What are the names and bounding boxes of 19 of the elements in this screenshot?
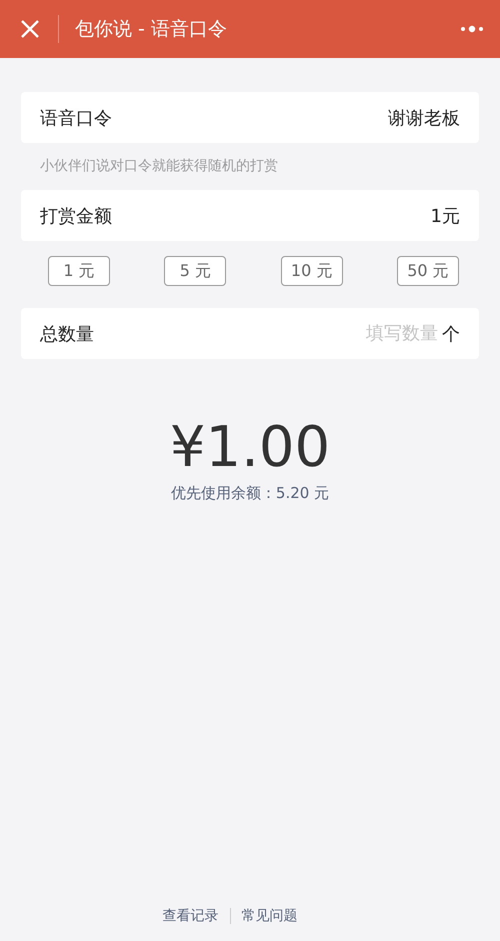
amount-option[interactable]: 1 元 [48,256,110,286]
unit-label: 个 [442,322,460,346]
footer-link[interactable]: 常见问题 [242,907,298,925]
field-label: 语音口令 [40,106,112,130]
hint-text: 小伙伴们说对口令就能获得随机的打赏 [39,157,279,176]
close-button[interactable] [20,19,40,39]
amount-option[interactable]: 10 元 [280,256,343,286]
window-title: 包你说 - 语音口令 [75,17,228,42]
balance-text: 优先使用余额：5.20 元 [170,484,330,503]
amount-option[interactable]: 50 元 [396,256,459,286]
field-label: 打赏金额 [40,204,112,228]
total-amount: ¥1.00 [168,415,332,480]
password-input[interactable]: 谢谢老板 [310,107,460,128]
quantity-input[interactable]: 填写数量 [348,323,438,344]
footer-link[interactable]: 查看记录 [162,907,218,925]
amount-input[interactable]: 1元 [310,205,460,226]
amount-option[interactable]: 5 元 [164,256,226,286]
field-label: 总数量 [40,322,94,346]
more-button[interactable] [460,25,484,33]
